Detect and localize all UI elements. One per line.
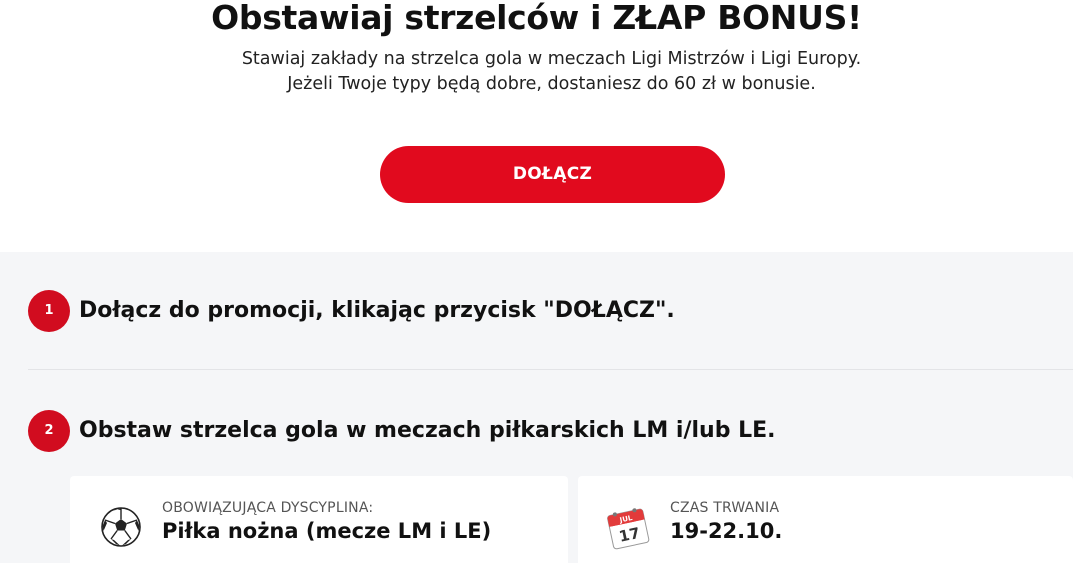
discipline-label: OBOWIĄZUJĄCA DYSCYPLINA: <box>162 500 374 516</box>
duration-value: 19-22.10. <box>670 519 783 543</box>
step-2-text: Obstaw strzelca gola w meczach piłkarski… <box>79 418 776 443</box>
hero-subtitle-line-1: Stawiaj zakłady na strzelca gola w mecza… <box>241 49 862 69</box>
soccer-ball-icon <box>100 506 142 548</box>
step-1-text: Dołącz do promocji, klikając przycisk "D… <box>79 298 675 323</box>
duration-card: JUL 17 CZAS TRWANIA 19-22.10. <box>578 476 1073 563</box>
hero-subtitle-line-2: Jeżeli Twoje typy będą dobre, dostaniesz… <box>287 74 816 94</box>
calendar-icon: JUL 17 <box>604 504 652 552</box>
steps-divider <box>28 369 1073 370</box>
duration-label: CZAS TRWANIA <box>670 500 780 516</box>
step-2-badge: 2 <box>28 410 70 452</box>
steps-section: 1 Dołącz do promocji, klikając przycisk … <box>0 252 1073 563</box>
page-title: Obstawiaj strzelców i ZŁAP BONUS! <box>211 0 862 37</box>
join-button[interactable]: DOŁĄCZ <box>380 146 725 203</box>
step-1-badge: 1 <box>28 290 70 332</box>
hero-subtitle: Stawiaj zakłady na strzelca gola w mecza… <box>0 47 1073 97</box>
discipline-value: Piłka nożna (mecze LM i LE) <box>162 519 492 543</box>
promo-page: Obstawiaj strzelców i ZŁAP BONUS! Stawia… <box>0 0 1073 563</box>
discipline-card: OBOWIĄZUJĄCA DYSCYPLINA: Piłka nożna (me… <box>70 476 568 563</box>
hero-section: Obstawiaj strzelców i ZŁAP BONUS! Stawia… <box>0 0 1073 252</box>
